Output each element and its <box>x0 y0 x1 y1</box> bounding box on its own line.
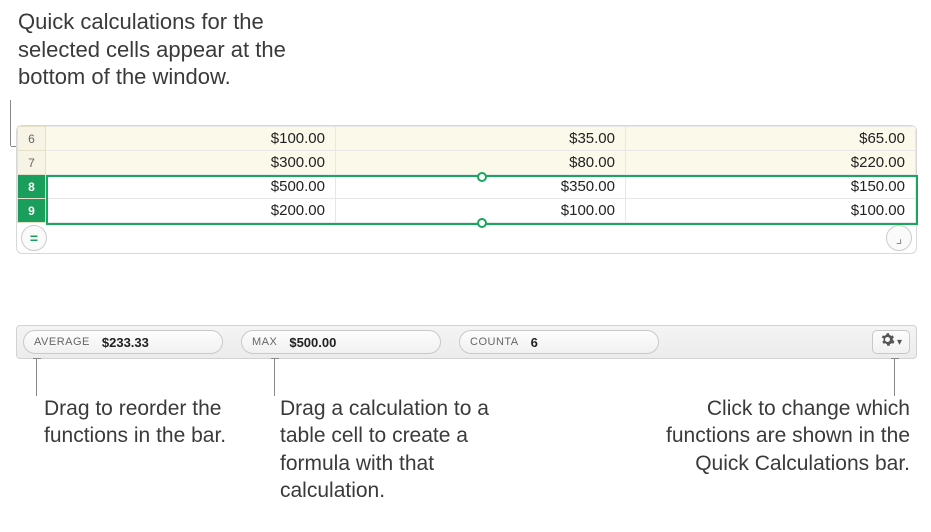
callout-change-functions: Click to change which functions are show… <box>630 395 910 477</box>
quick-calc-pill-max[interactable]: MAX $500.00 <box>241 330 441 354</box>
cell[interactable]: $220.00 <box>626 151 916 175</box>
quick-calc-pill-counta[interactable]: COUNTA 6 <box>459 330 659 354</box>
callout-quick-calculations: Quick calculations for the selected cell… <box>18 8 338 91</box>
quick-calculations-bar: AVERAGE $233.33 MAX $500.00 COUNTA 6 ▾ <box>16 325 917 359</box>
cell[interactable]: $100.00 <box>46 127 336 151</box>
table-row[interactable]: 6$100.00$35.00$65.00 <box>18 127 916 151</box>
row-header[interactable]: 6 <box>18 127 46 151</box>
callout-drag-to-cell: Drag a calculation to a table cell to cr… <box>280 395 530 504</box>
cell[interactable]: $35.00 <box>336 127 626 151</box>
quick-calc-label: AVERAGE <box>34 336 90 348</box>
quick-calc-value: $500.00 <box>289 335 336 350</box>
chevron-down-icon: ▾ <box>897 337 902 348</box>
spreadsheet-table[interactable]: 6$100.00$35.00$65.007$300.00$80.00$220.0… <box>17 126 916 223</box>
cell[interactable]: $300.00 <box>46 151 336 175</box>
gear-icon <box>880 332 895 352</box>
cell[interactable]: $100.00 <box>336 199 626 223</box>
callout-drag-reorder: Drag to reorder the functions in the bar… <box>44 395 254 450</box>
quick-calc-value: 6 <box>531 335 538 350</box>
cell[interactable]: $100.00 <box>626 199 916 223</box>
spreadsheet-area: 6$100.00$35.00$65.007$300.00$80.00$220.0… <box>16 125 917 254</box>
quick-calc-label: MAX <box>252 336 277 348</box>
row-header[interactable]: 8 <box>18 175 46 199</box>
table-row[interactable]: 9$200.00$100.00$100.00 <box>18 199 916 223</box>
cell[interactable]: $350.00 <box>336 175 626 199</box>
callout-leader-line-mid <box>274 358 275 396</box>
cell[interactable]: $150.00 <box>626 175 916 199</box>
cell[interactable]: $80.00 <box>336 151 626 175</box>
row-header[interactable]: 7 <box>18 151 46 175</box>
cell[interactable]: $200.00 <box>46 199 336 223</box>
callout-leader-line-top <box>10 100 11 146</box>
quick-calc-value: $233.33 <box>102 335 149 350</box>
cell[interactable]: $65.00 <box>626 127 916 151</box>
row-header[interactable]: 9 <box>18 199 46 223</box>
callout-leader-line-right <box>894 358 895 396</box>
cell[interactable]: $500.00 <box>46 175 336 199</box>
callout-leader-line-left <box>36 358 37 396</box>
column-corner-button[interactable]: ⌟ <box>886 225 912 251</box>
table-row[interactable]: 7$300.00$80.00$220.00 <box>18 151 916 175</box>
quick-calc-settings-button[interactable]: ▾ <box>872 330 910 354</box>
row-add-button[interactable]: = <box>21 225 47 251</box>
quick-calc-label: COUNTA <box>470 336 519 348</box>
quick-calc-pill-average[interactable]: AVERAGE $233.33 <box>23 330 223 354</box>
table-row[interactable]: 8$500.00$350.00$150.00 <box>18 175 916 199</box>
